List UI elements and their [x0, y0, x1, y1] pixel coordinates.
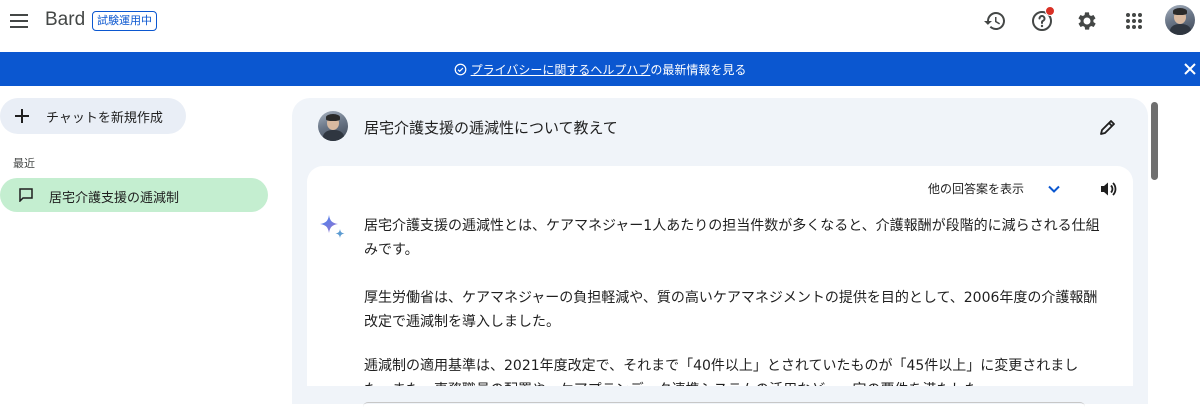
check-circle-icon [454, 63, 466, 76]
banner-suffix: の最新情報を見る [650, 63, 747, 77]
apps-icon[interactable] [1122, 9, 1146, 33]
prompt-input-edge[interactable] [363, 402, 1085, 407]
recent-heading: 最近 [13, 157, 35, 170]
notification-dot [1045, 6, 1055, 16]
privacy-banner: プライバシーに関するヘルプハブの最新情報を見る [0, 52, 1200, 86]
show-drafts-label[interactable]: 他の回答案を表示 [928, 180, 1024, 197]
response-paragraph: 逓減制の適用基準は、2021年度改定で、それまで「40件以上」とされていたものが… [364, 358, 1079, 386]
top-app-bar: Bard 試験運用中 [0, 0, 1200, 52]
sidebar-item-recent-chat[interactable]: 居宅介護支援の逓減制 [0, 178, 268, 212]
plus-icon [15, 109, 29, 123]
chat-bubble-icon [19, 188, 33, 202]
user-avatar [318, 111, 348, 141]
bard-sparkle-icon [320, 215, 345, 238]
settings-icon[interactable] [1075, 9, 1099, 33]
brand-name[interactable]: Bard [45, 9, 85, 31]
new-chat-label: チャットを新規作成 [46, 111, 163, 126]
privacy-help-hub-link[interactable]: プライバシーに関するヘルプハブ [471, 63, 651, 77]
response-paragraph: 居宅介護支援の逓減性とは、ケアマネジャー1人あたりの担当件数が多くなると、介護報… [364, 218, 1100, 258]
new-chat-button[interactable]: チャットを新規作成 [0, 98, 186, 134]
chevron-down-icon[interactable] [1046, 181, 1062, 197]
speaker-icon[interactable] [1098, 179, 1118, 199]
edit-icon[interactable] [1098, 117, 1118, 137]
close-icon[interactable] [1182, 61, 1198, 77]
menu-icon[interactable] [8, 10, 30, 32]
help-icon[interactable] [1030, 6, 1055, 33]
experiment-badge: 試験運用中 [92, 11, 157, 31]
user-prompt: 居宅介護支援の逓減性について教えて [364, 119, 618, 137]
response-paragraph: 厚生労働省は、ケアマネジャーの負担軽減や、質の高いケアマネジメントの提供を目的と… [364, 290, 1098, 330]
banner-text: プライバシーに関するヘルプハブの最新情報を見る [0, 61, 1200, 78]
history-icon[interactable] [983, 9, 1007, 33]
account-avatar[interactable] [1165, 5, 1195, 35]
scrollbar[interactable] [1151, 102, 1158, 180]
recent-chat-label: 居宅介護支援の逓減制 [49, 191, 180, 206]
